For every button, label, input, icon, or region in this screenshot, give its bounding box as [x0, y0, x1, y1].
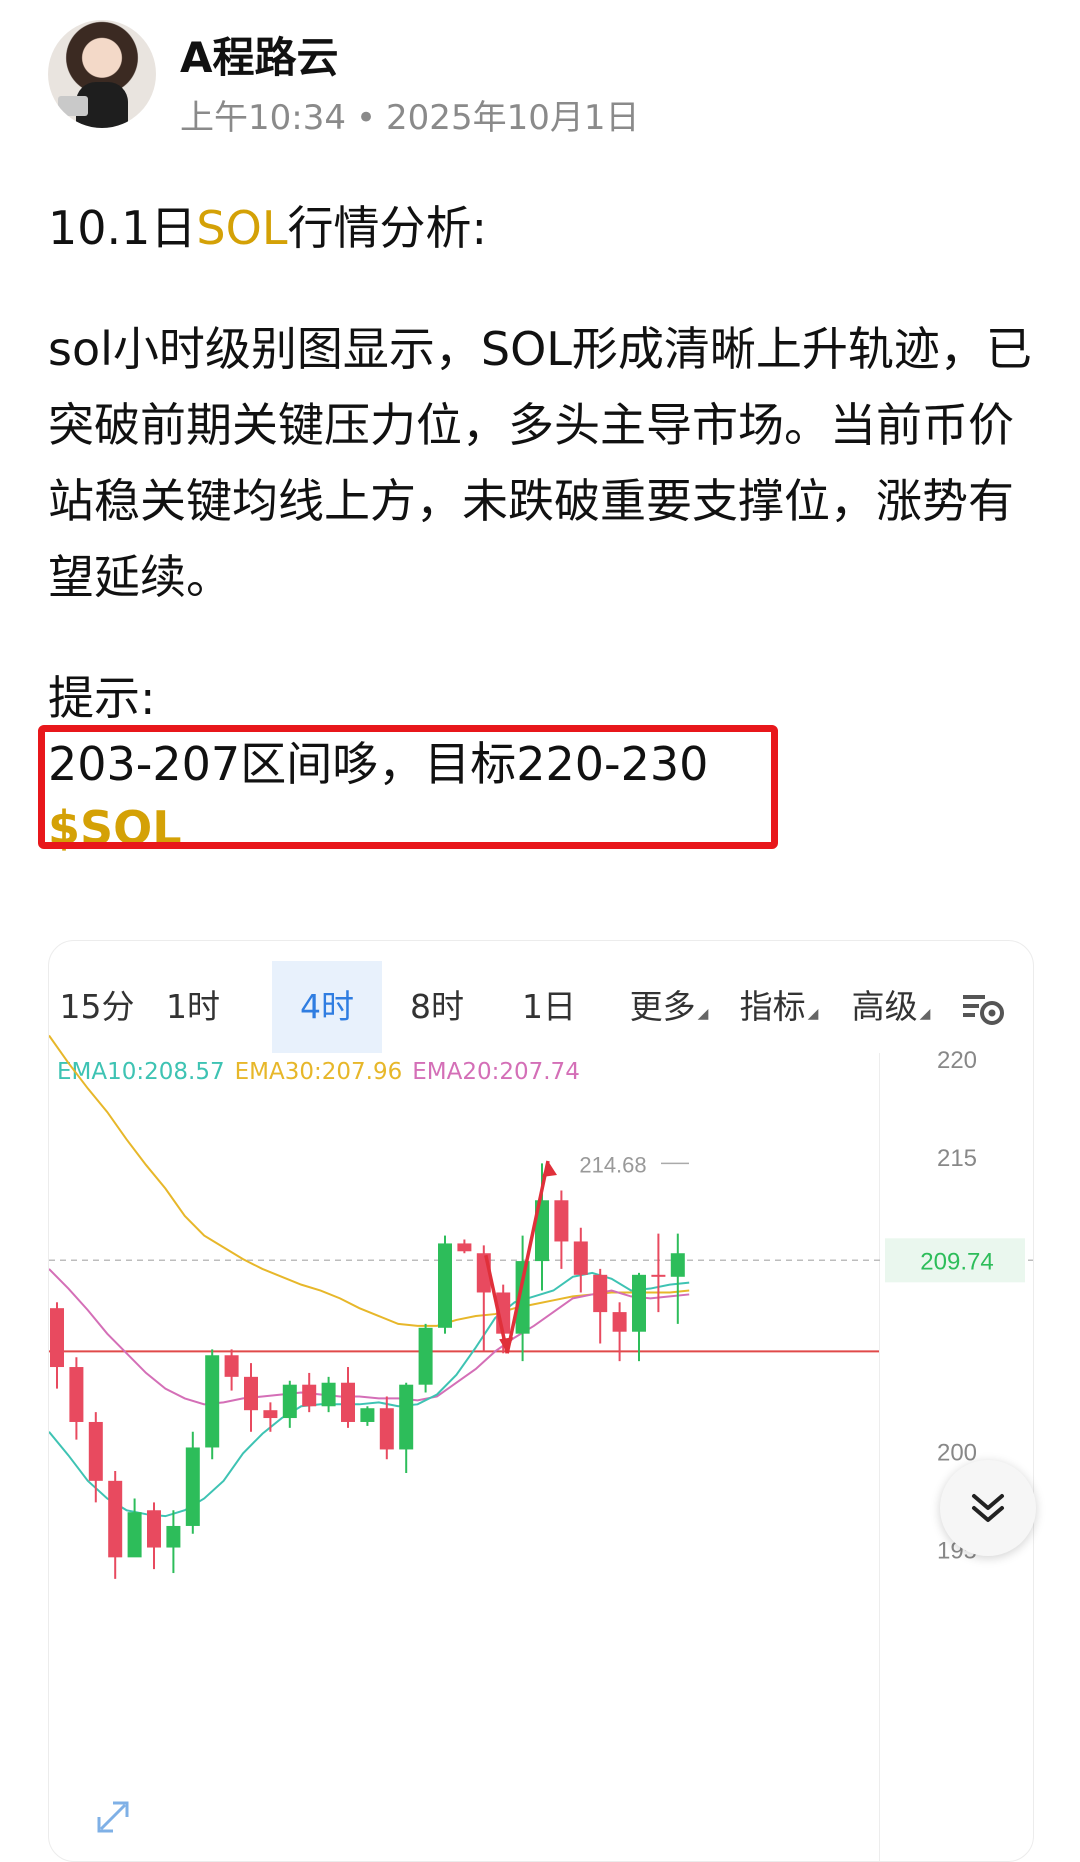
candle-body — [321, 1382, 336, 1407]
post-title: 10.1日SOL行情分析: — [48, 201, 487, 255]
highlight-annotation-box — [38, 725, 778, 849]
candle-body — [302, 1384, 317, 1407]
candle-body — [670, 1253, 685, 1277]
meta-separator: • — [355, 98, 377, 138]
candle-body — [224, 1355, 239, 1377]
candle-body — [166, 1525, 181, 1548]
arrowhead-up — [542, 1161, 557, 1178]
high-price-label: 214.68 — [579, 1152, 646, 1177]
candle-body — [554, 1200, 569, 1242]
candle-body — [612, 1312, 627, 1332]
candle-body — [147, 1510, 161, 1548]
candle-body — [651, 1274, 666, 1277]
post-meta: 上午10:34 • 2025年10月1日 — [180, 90, 639, 139]
candle-body — [573, 1241, 588, 1275]
candle-body — [379, 1408, 394, 1450]
candle-body — [360, 1408, 375, 1422]
ema20-line — [49, 1268, 690, 1406]
candle-body — [244, 1376, 258, 1411]
y-tick-label: 220 — [937, 1047, 977, 1074]
candle-body — [88, 1421, 103, 1481]
post-date: 2025年10月1日 — [386, 98, 640, 138]
candle-body — [438, 1243, 452, 1328]
chart-card: 15分 1时 4时 8时 1日 更多 ◢ 指标 ◢ 高级 ◢ EMA10:208.57… — [48, 940, 1034, 1862]
candle-body — [69, 1367, 84, 1422]
candle-body — [205, 1355, 220, 1448]
candle-body — [263, 1410, 278, 1419]
post-body: 10.1日SOL行情分析: sol小时级别图显示，SOL形成清晰上升轨迹，已突破… — [38, 190, 1032, 866]
ema10-line — [49, 1271, 690, 1518]
candle-body — [593, 1274, 608, 1313]
post-paragraph: sol小时级别图显示，SOL形成清晰上升轨迹，已突破前期关键压力位，多头主导市场… — [48, 322, 1032, 604]
candle-body — [399, 1384, 414, 1450]
candle-body — [457, 1243, 472, 1252]
candlestick-chart[interactable]: 220215200195209.74214.68 — [49, 941, 1033, 1861]
candle-body — [127, 1512, 142, 1558]
ema30-line — [49, 1034, 690, 1327]
current-price-label: 209.74 — [920, 1248, 993, 1275]
candle-body — [50, 1308, 64, 1368]
post-time: 上午10:34 — [180, 98, 346, 138]
y-tick-label: 215 — [937, 1145, 977, 1172]
post-header: A程路云 上午10:34 • 2025年10月1日 — [48, 20, 1032, 138]
candle-body — [185, 1447, 200, 1526]
candle-body — [632, 1274, 646, 1332]
expand-icon — [97, 1801, 129, 1833]
author-name[interactable]: A程路云 — [180, 24, 339, 85]
candle-body — [418, 1327, 433, 1385]
candle-body — [341, 1382, 355, 1422]
candle-body — [108, 1480, 123, 1558]
double-chevron-down-icon — [972, 1494, 1004, 1522]
candle-body — [282, 1384, 297, 1419]
scroll-down-button[interactable] — [940, 1460, 1036, 1556]
author-avatar[interactable] — [48, 20, 156, 128]
title-highlight[interactable]: SOL — [196, 201, 287, 255]
